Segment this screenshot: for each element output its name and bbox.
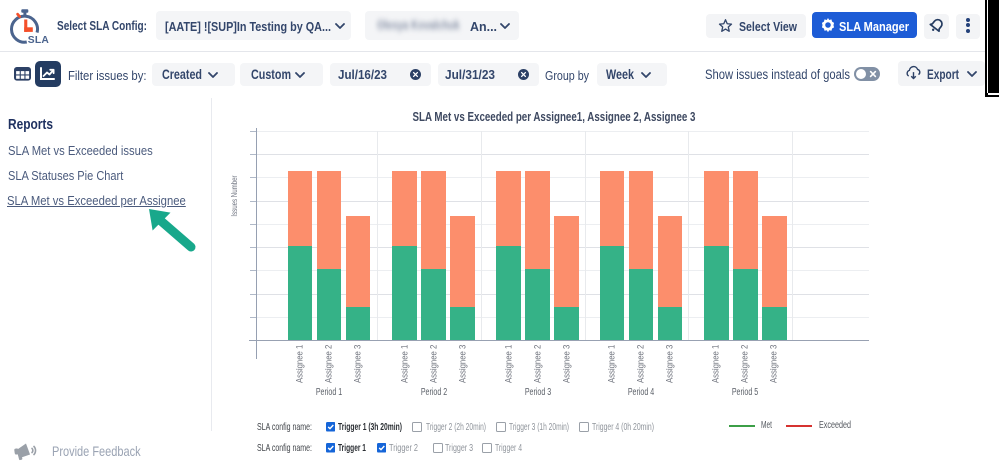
svg-text:SLA: SLA bbox=[28, 35, 50, 46]
